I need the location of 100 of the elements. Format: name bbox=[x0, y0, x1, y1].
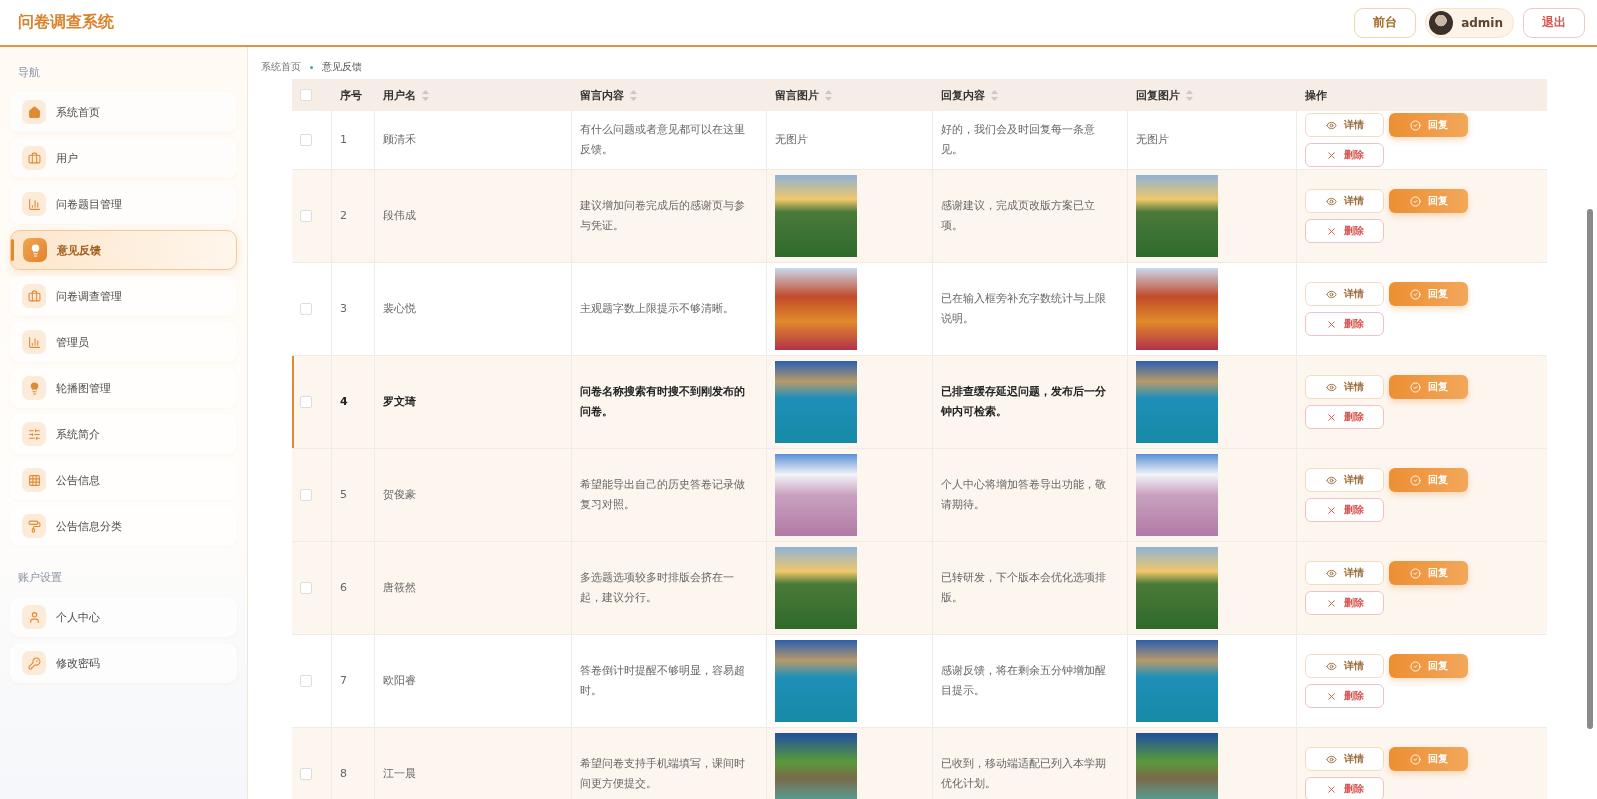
detail-button[interactable]: 详情 bbox=[1305, 747, 1384, 771]
check-circle-icon bbox=[1409, 660, 1421, 672]
column-header: 回复图片 bbox=[1136, 87, 1180, 103]
sidebar-item[interactable]: 轮播图管理 bbox=[10, 368, 237, 408]
eye-icon bbox=[1325, 119, 1337, 131]
check-circle-icon bbox=[1409, 119, 1421, 131]
eye-icon bbox=[1325, 195, 1337, 207]
detail-button[interactable]: 详情 bbox=[1305, 282, 1384, 306]
row-checkbox[interactable] bbox=[300, 303, 312, 315]
app-title: 问卷调查系统 bbox=[18, 12, 114, 33]
sidebar-item[interactable]: 问卷题目管理 bbox=[10, 184, 237, 224]
row-checkbox[interactable] bbox=[300, 582, 312, 594]
sidebar-label: 意见反馈 bbox=[57, 242, 101, 258]
table-cell-text: 7 bbox=[340, 673, 347, 689]
sidebar-item[interactable]: 系统简介 bbox=[10, 414, 237, 454]
home-icon bbox=[22, 100, 46, 124]
eye-icon bbox=[1325, 474, 1337, 486]
delete-button[interactable]: 删除 bbox=[1305, 591, 1384, 615]
close-icon bbox=[1325, 318, 1337, 330]
sidebar-item[interactable]: 用户 bbox=[10, 138, 237, 178]
sidebar-item[interactable]: 意见反馈 bbox=[10, 230, 237, 270]
delete-button[interactable]: 删除 bbox=[1305, 219, 1384, 243]
sidebar-item[interactable]: 公告信息 bbox=[10, 460, 237, 500]
sort-icon[interactable] bbox=[422, 89, 429, 101]
sidebar-item[interactable]: 公告信息分类 bbox=[10, 506, 237, 546]
table-cell-text: 好的，我们会及时回复每一条意见。 bbox=[941, 122, 1096, 158]
table-cell-text: 已转研发，下个版本会优化选项排版。 bbox=[941, 570, 1107, 606]
sidebar-item[interactable]: 管理员 bbox=[10, 322, 237, 362]
sort-icon[interactable] bbox=[991, 89, 998, 101]
delete-button[interactable]: 删除 bbox=[1305, 143, 1384, 167]
row-checkbox[interactable] bbox=[300, 396, 312, 408]
eye-icon bbox=[1325, 567, 1337, 579]
row-checkbox[interactable] bbox=[300, 210, 312, 222]
scrollbar[interactable] bbox=[1586, 209, 1593, 729]
column-header: 操作 bbox=[1305, 87, 1327, 103]
paint-roller-icon bbox=[22, 514, 46, 538]
table-cell-text: 4 bbox=[340, 394, 348, 410]
table-cell-text: 希望能导出自己的历史答卷记录做复习对照。 bbox=[580, 477, 746, 513]
close-icon bbox=[1325, 597, 1337, 609]
check-circle-icon bbox=[1409, 195, 1421, 207]
table-cell-text: 江一晨 bbox=[383, 766, 416, 782]
sort-icon[interactable] bbox=[1186, 89, 1193, 101]
close-icon bbox=[1325, 225, 1337, 237]
sidebar-label: 公告信息分类 bbox=[56, 518, 122, 534]
user-icon bbox=[22, 605, 46, 629]
sidebar-item[interactable]: 问卷调查管理 bbox=[10, 276, 237, 316]
table-cell-text: 已排查缓存延迟问题，发布后一分钟内可检索。 bbox=[941, 384, 1107, 420]
detail-button[interactable]: 详情 bbox=[1305, 654, 1384, 678]
column-header: 留言图片 bbox=[775, 87, 819, 103]
table-cell-text: 个人中心将增加答卷导出功能，敬请期待。 bbox=[941, 477, 1107, 513]
sidebar-label: 用户 bbox=[56, 150, 78, 166]
briefcase-icon bbox=[22, 146, 46, 170]
delete-button[interactable]: 删除 bbox=[1305, 498, 1384, 522]
sidebar-label: 个人中心 bbox=[56, 609, 100, 625]
delete-button[interactable]: 删除 bbox=[1305, 405, 1384, 429]
breadcrumb-item[interactable]: 意见反馈 bbox=[322, 60, 362, 74]
table-cell-text: 已在输入框旁补充字数统计与上限说明。 bbox=[941, 291, 1107, 327]
delete-button[interactable]: 删除 bbox=[1305, 312, 1384, 336]
row-checkbox[interactable] bbox=[300, 489, 312, 501]
sidebar-item[interactable]: 个人中心 bbox=[10, 597, 237, 637]
table-cell-text: 问卷名称搜索有时搜不到刚发布的问卷。 bbox=[580, 384, 746, 420]
table-cell-text: 6 bbox=[340, 580, 347, 596]
detail-button[interactable]: 详情 bbox=[1305, 561, 1384, 585]
row-checkbox[interactable] bbox=[300, 675, 312, 687]
row-checkbox[interactable] bbox=[300, 134, 312, 146]
column-header: 回复内容 bbox=[941, 87, 985, 103]
logout-button[interactable]: 退出 bbox=[1523, 7, 1585, 38]
table-cell-text: 段伟成 bbox=[383, 208, 416, 224]
section-label: 账户设置 bbox=[17, 570, 63, 586]
avatar bbox=[1429, 10, 1454, 35]
front-button[interactable]: 前台 bbox=[1354, 7, 1417, 38]
table-cell-text: 5 bbox=[340, 487, 347, 503]
detail-button[interactable]: 详情 bbox=[1305, 468, 1384, 492]
sliders-icon bbox=[22, 422, 46, 446]
sort-icon[interactable] bbox=[630, 89, 637, 101]
breadcrumb-separator bbox=[310, 65, 313, 69]
table-cell-text: 裴心悦 bbox=[383, 301, 416, 317]
close-icon bbox=[1325, 411, 1337, 423]
user-chip[interactable]: admin bbox=[1425, 7, 1514, 38]
active-indicator bbox=[11, 239, 14, 261]
detail-button[interactable]: 详情 bbox=[1305, 189, 1384, 213]
user-name: admin bbox=[1461, 15, 1503, 30]
table-cell-text: 已收到，移动端适配已列入本学期优化计划。 bbox=[941, 756, 1107, 792]
sidebar-item[interactable]: 系统首页 bbox=[10, 92, 237, 132]
detail-button[interactable]: 详情 bbox=[1305, 375, 1384, 399]
delete-button[interactable]: 删除 bbox=[1305, 777, 1384, 799]
table-cell-text: 贺俊豪 bbox=[383, 487, 416, 503]
row-checkbox[interactable] bbox=[300, 768, 312, 780]
check-circle-icon bbox=[1409, 567, 1421, 579]
select-all-checkbox[interactable] bbox=[300, 89, 312, 101]
table-cell-text: 2 bbox=[340, 208, 347, 224]
sidebar-label: 系统首页 bbox=[56, 104, 100, 120]
detail-button[interactable]: 详情 bbox=[1305, 113, 1384, 137]
table-cell-text: 8 bbox=[340, 766, 347, 782]
sidebar-item[interactable]: 修改密码 bbox=[10, 643, 237, 683]
no-image-text: 无图片 bbox=[1136, 132, 1169, 148]
breadcrumb-item[interactable]: 系统首页 bbox=[261, 60, 301, 74]
sort-icon[interactable] bbox=[825, 89, 832, 101]
delete-button[interactable]: 删除 bbox=[1305, 684, 1384, 708]
no-image-text: 无图片 bbox=[775, 132, 808, 148]
